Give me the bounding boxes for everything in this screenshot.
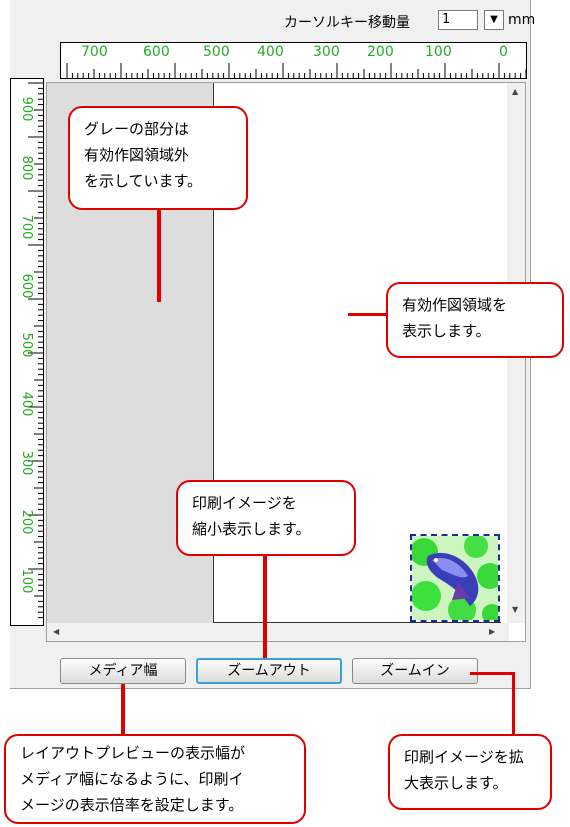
- hruler-label: 300: [313, 44, 340, 60]
- callout-line: グレーの部分は: [84, 120, 190, 138]
- scroll-up-icon[interactable]: ▲: [512, 87, 518, 96]
- cursor-step-label: カーソルキー移動量: [284, 15, 410, 31]
- callout-line: 有効作図領域外: [84, 146, 190, 164]
- callout-line: 縮小表示します。: [192, 520, 311, 538]
- callout-line: メディア幅になるように、印刷イ: [20, 770, 244, 788]
- callout-zoom-out: 印刷イメージを 縮小表示します。: [176, 480, 356, 556]
- callout-line: レイアウトプレビューの表示幅が: [20, 744, 246, 762]
- vertical-ruler-ticks: 9008007006005004003002001000: [19, 82, 43, 619]
- media-width-button[interactable]: メディア幅: [60, 658, 186, 684]
- callout-connector: [121, 684, 125, 734]
- vruler-label: 600: [19, 274, 34, 299]
- callout-connector: [157, 210, 161, 302]
- cursor-step-input[interactable]: 1: [438, 10, 478, 30]
- callout-connector: [348, 313, 386, 316]
- callout-line: 有効作図領域を: [402, 296, 508, 314]
- hruler-label: 600: [143, 44, 170, 60]
- vruler-label: 500: [19, 333, 34, 358]
- callout-connector: [470, 672, 515, 675]
- vruler-label: 300: [19, 451, 34, 476]
- callout-media-width: レイアウトプレビューの表示幅が メディア幅になるように、印刷イ メージの表示倍率…: [4, 734, 306, 824]
- horizontal-ruler: 700 600 500 400 300 200 100 0: [60, 42, 527, 79]
- zoom-out-button[interactable]: ズームアウト: [196, 658, 342, 684]
- hruler-label: 200: [367, 44, 394, 60]
- horizontal-ruler-ticks: [66, 63, 526, 78]
- scroll-down-icon[interactable]: ▼: [512, 605, 518, 614]
- callout-effective-area: 有効作図領域を 表示します。: [386, 282, 564, 358]
- callout-gray-area: グレーの部分は 有効作図領域外 を示しています。: [68, 106, 248, 210]
- hruler-label: 700: [81, 44, 108, 60]
- cursor-step-dropdown-icon[interactable]: ▼: [484, 10, 504, 30]
- callout-zoom-in: 印刷イメージを拡 大表示します。: [388, 734, 552, 810]
- callout-line: 印刷イメージを拡: [404, 748, 524, 766]
- vruler-label: 400: [19, 392, 34, 417]
- vruler-label: 200: [19, 510, 34, 535]
- callout-line: 印刷イメージを: [192, 494, 297, 512]
- hruler-label: 0: [499, 44, 508, 60]
- scroll-left-icon[interactable]: ◀: [53, 627, 59, 636]
- cursor-step-unit: mm: [508, 12, 536, 28]
- hruler-label: 500: [203, 44, 230, 60]
- callout-connector: [263, 556, 267, 658]
- print-image-graphic: [412, 536, 498, 620]
- vruler-label: 700: [19, 215, 34, 240]
- zoom-in-button[interactable]: ズームイン: [352, 658, 478, 684]
- scroll-right-icon[interactable]: ▶: [489, 627, 495, 636]
- vruler-label: 900: [19, 97, 34, 122]
- vruler-label: 100: [19, 569, 34, 594]
- hruler-label: 100: [425, 44, 452, 60]
- vruler-label: 800: [19, 156, 34, 181]
- callout-line: 大表示します。: [404, 774, 508, 792]
- callout-connector: [512, 672, 515, 734]
- horizontal-scrollbar[interactable]: ◀ ▶: [47, 623, 509, 641]
- vertical-ruler: 9008007006005004003002001000: [10, 78, 44, 626]
- callout-line: 表示します。: [402, 322, 491, 340]
- callout-line: を示しています。: [84, 172, 203, 190]
- callout-line: メージの表示倍率を設定します。: [20, 796, 244, 814]
- hruler-label: 400: [257, 44, 284, 60]
- print-image-thumbnail[interactable]: [410, 534, 500, 622]
